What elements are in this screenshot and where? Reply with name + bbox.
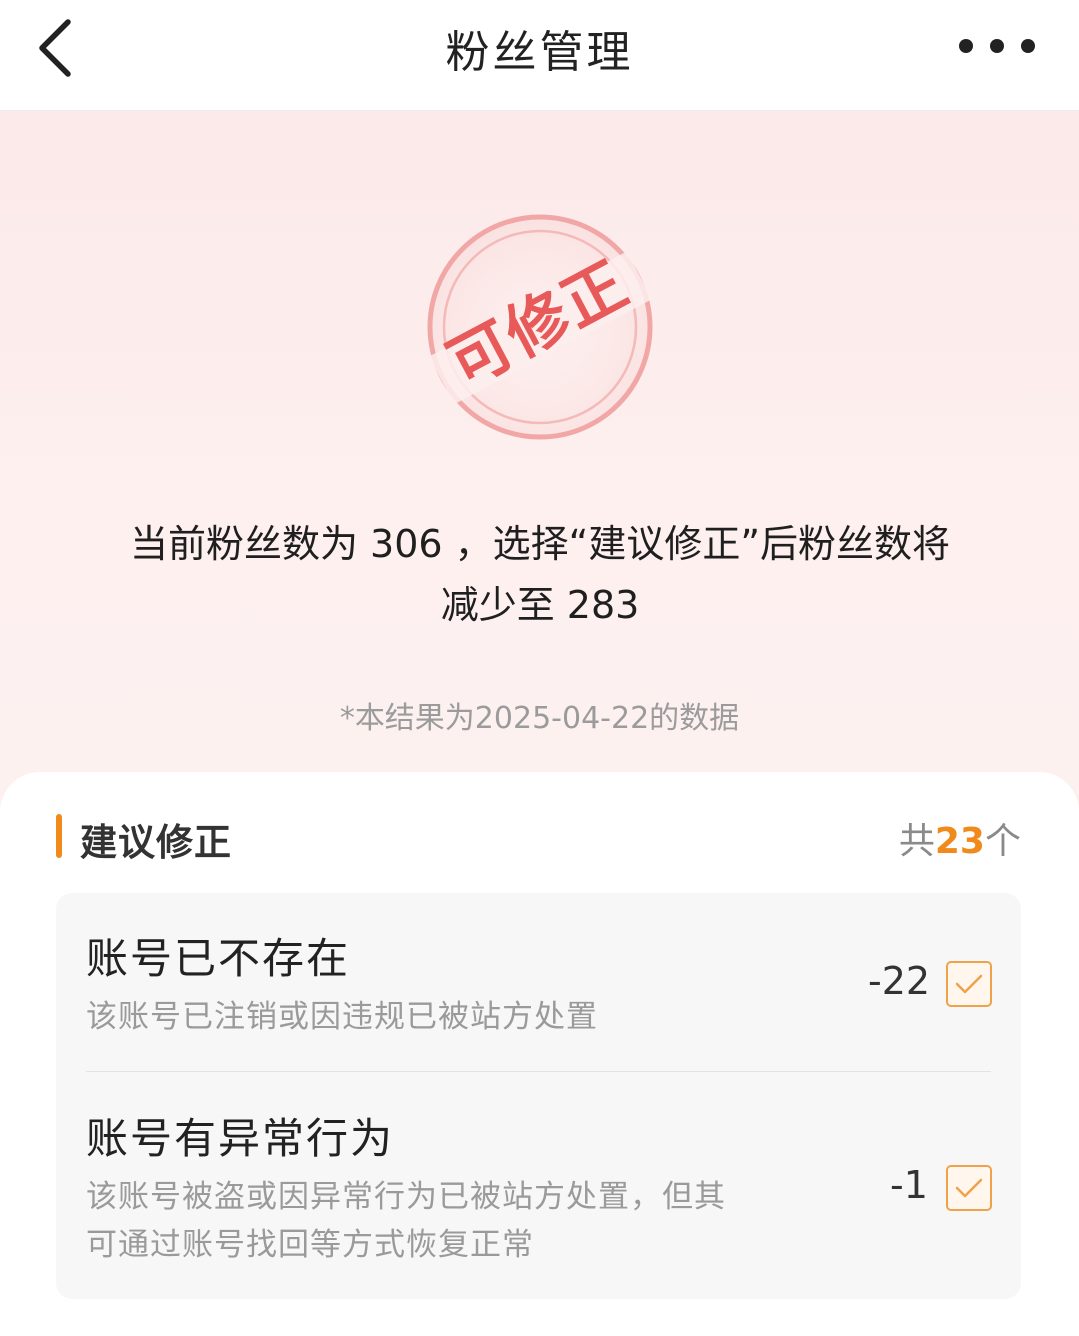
item-delta: -1 [890, 1163, 928, 1207]
more-dot [1021, 39, 1035, 53]
section-count: 共 23 个 [899, 812, 1021, 864]
fan-summary-text: 当前粉丝数为 306 ，选择“建议修正”后粉丝数将 减少至 283 [60, 514, 1020, 636]
back-button[interactable] [30, 16, 82, 80]
item-checkbox[interactable] [946, 1165, 992, 1211]
data-date-note: *本结果为2025-04-22的数据 [339, 701, 740, 736]
bottom-fade [0, 1305, 1079, 1336]
list-item-abnormal-behavior[interactable]: 账号有异常行为 该账号被盗或因异常行为已被站方处置，但其 可通过账号找回等方式恢… [86, 1105, 991, 1270]
item-title: 账号已不存在 [86, 934, 351, 983]
section-accent-bar [56, 814, 62, 858]
count-prefix: 共 [898, 821, 935, 862]
count-value: 23 [934, 821, 985, 862]
list-item-account-not-exist[interactable]: 账号已不存在 该账号已注销或因违规已被站方处置 [86, 925, 991, 1042]
fan-management-page: 粉丝管理 可修正 当前粉丝数为 306 ，选择“建议修正”后粉丝数将 减少至 2… [0, 0, 1079, 1336]
section-title: 建议修正 [80, 821, 232, 864]
suggestions-card: 建议修正 共 23 个 账号已不存在 该账号已注销或因违规已被站方处置 -22 … [0, 772, 1079, 1336]
item-desc-line-2: 可通过账号找回等方式恢复正常 [86, 1227, 534, 1263]
chevron-left-icon [39, 19, 71, 77]
more-horizontal-icon [959, 39, 973, 53]
page-title: 粉丝管理 [445, 27, 634, 78]
item-desc: 该账号已注销或因违规已被站方处置 [86, 999, 598, 1035]
divider [86, 1071, 991, 1072]
suggestion-list: 账号已不存在 该账号已注销或因违规已被站方处置 -22 账号有异常行为 该账号被… [56, 893, 1021, 1299]
summary-line-2: 减少至 283 [440, 583, 640, 627]
more-button[interactable] [959, 26, 1035, 66]
correctable-stamp-icon: 可修正 [427, 214, 653, 440]
top-nav-bar: 粉丝管理 [0, 0, 1079, 111]
item-checkbox[interactable] [946, 961, 992, 1007]
hero-section: 可修正 当前粉丝数为 306 ，选择“建议修正”后粉丝数将 减少至 283 *本… [0, 111, 1079, 811]
check-icon [955, 974, 983, 994]
item-title: 账号有异常行为 [86, 1114, 395, 1163]
item-delta: -22 [868, 959, 931, 1003]
count-suffix: 个 [984, 821, 1021, 862]
item-desc-line-1: 该账号被盗或因异常行为已被站方处置，但其 [86, 1179, 726, 1215]
more-dot [990, 39, 1004, 53]
summary-line-1: 当前粉丝数为 306 ，选择“建议修正”后粉丝数将 [129, 522, 951, 566]
item-desc: 该账号被盗或因异常行为已被站方处置，但其 可通过账号找回等方式恢复正常 [86, 1172, 991, 1270]
check-icon [955, 1178, 983, 1198]
